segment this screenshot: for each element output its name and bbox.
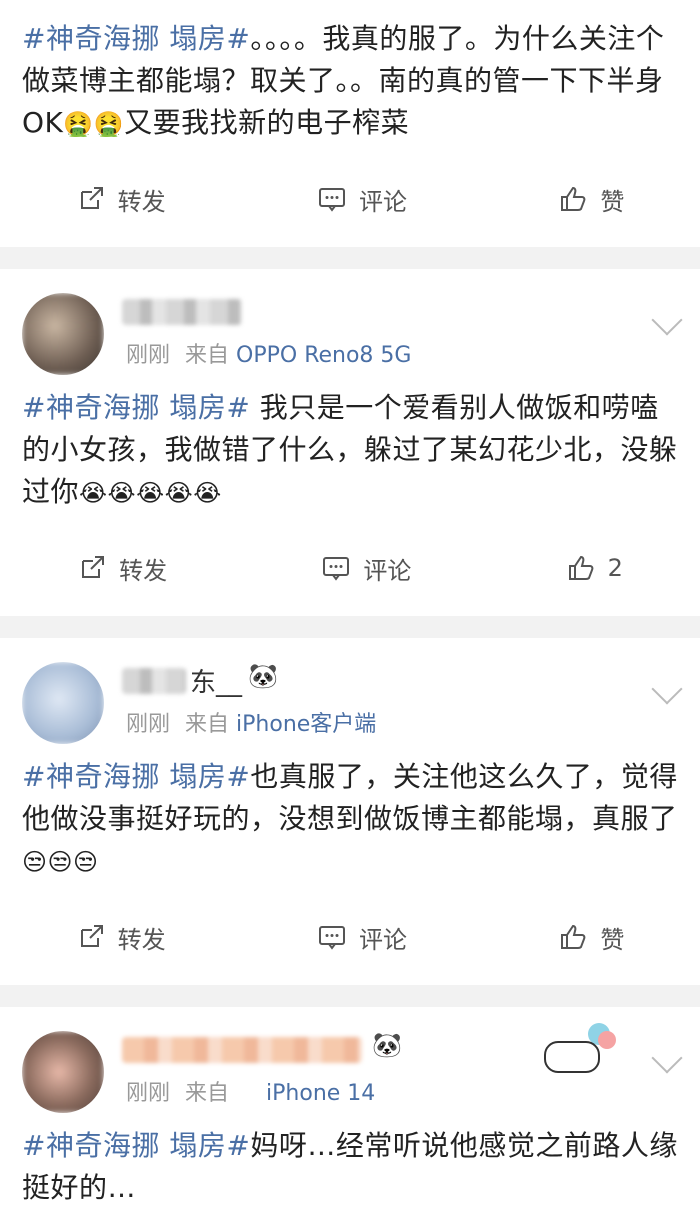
post-meta: 刚刚 来自 iPhone客户端 bbox=[126, 712, 377, 737]
post-meta: 刚刚 来自 iPhone 14 bbox=[126, 1081, 376, 1106]
repost-button[interactable]: 转发 bbox=[76, 182, 166, 217]
post-card: 🐼 刚刚 来自 iPhone 14 #神奇海挪 塌房#妈呀…经常听说他感觉之前路… bbox=[0, 1007, 700, 1227]
post-meta: 刚刚 来自 OPPO Reno8 5G bbox=[126, 343, 412, 368]
panda-icon: 🐼 bbox=[248, 662, 278, 690]
post-header: 东__ 🐼 刚刚 来自 iPhone客户端 bbox=[0, 638, 700, 748]
divider bbox=[0, 616, 700, 638]
username-blurred[interactable] bbox=[122, 299, 242, 325]
emoji: 😒😒😒 bbox=[22, 848, 99, 876]
comment-button[interactable]: 评论 bbox=[321, 551, 411, 586]
hashtag-link[interactable]: #神奇海挪 塌房# bbox=[22, 22, 250, 55]
comment-button[interactable]: 评论 bbox=[317, 920, 407, 955]
username-suffix[interactable]: 东__ bbox=[190, 662, 242, 699]
divider bbox=[0, 247, 700, 269]
repost-icon bbox=[80, 187, 103, 209]
like-button[interactable]: 赞 bbox=[558, 182, 624, 217]
comment-button[interactable]: 评论 bbox=[317, 182, 407, 217]
comment-icon bbox=[323, 557, 350, 581]
post-text: #神奇海挪 塌房#。。。。我真的服了。为什么关注个做菜博主都能塌？取关了。。南的… bbox=[22, 22, 665, 139]
repost-button[interactable]: 转发 bbox=[77, 551, 167, 586]
like-icon bbox=[561, 924, 586, 949]
like-button[interactable]: 2 bbox=[566, 553, 623, 583]
action-bar: 转发 评论 赞 bbox=[0, 883, 700, 985]
chevron-down-icon[interactable] bbox=[651, 304, 683, 336]
post-text: #神奇海挪 塌房#也真服了，关注他这么久了，觉得他做没事挺好玩的，没想到做饭博主… bbox=[22, 760, 678, 876]
post-card: 东__ 🐼 刚刚 来自 iPhone客户端 #神奇海挪 塌房#也真服了，关注他这… bbox=[0, 638, 700, 985]
post-card: #神奇海挪 塌房#。。。。我真的服了。为什么关注个做菜博主都能塌？取关了。。南的… bbox=[0, 0, 700, 247]
post-header: 🐼 刚刚 来自 iPhone 14 bbox=[0, 1007, 700, 1117]
panda-icon: 🐼 bbox=[372, 1031, 402, 1059]
avatar[interactable] bbox=[22, 293, 104, 375]
post-text: #神奇海挪 塌房# 我只是一个爱看别人做饭和唠嗑的小女孩，我做错了什么，躲过了某… bbox=[22, 391, 678, 508]
hashtag-link[interactable]: #神奇海挪 塌房# bbox=[22, 391, 250, 424]
repost-icon bbox=[82, 556, 105, 578]
divider bbox=[0, 985, 700, 1007]
like-button[interactable]: 赞 bbox=[558, 920, 624, 955]
post-card: 刚刚 来自 OPPO Reno8 5G #神奇海挪 塌房# 我只是一个爱看别人做… bbox=[0, 269, 700, 616]
comment-icon bbox=[318, 188, 345, 212]
hashtag-link[interactable]: #神奇海挪 塌房# bbox=[22, 760, 250, 793]
repost-icon bbox=[80, 925, 103, 947]
avatar[interactable] bbox=[22, 1031, 104, 1113]
chevron-down-icon[interactable] bbox=[651, 1042, 683, 1074]
hashtag-link[interactable]: #神奇海挪 塌房# bbox=[22, 1129, 250, 1162]
action-bar: 转发 评论 2 bbox=[0, 514, 700, 616]
emoji: 😭😭😭😭😭 bbox=[79, 479, 222, 507]
post-header: 刚刚 来自 OPPO Reno8 5G bbox=[0, 269, 700, 379]
post-text: #神奇海挪 塌房#妈呀…经常听说他感觉之前路人缘挺好的… bbox=[22, 1129, 678, 1204]
chevron-down-icon[interactable] bbox=[651, 673, 683, 705]
badge-sticker bbox=[540, 1021, 620, 1073]
repost-button[interactable]: 转发 bbox=[76, 920, 166, 955]
emoji: 🤮🤮 bbox=[63, 110, 125, 138]
username-blurred[interactable] bbox=[122, 1037, 362, 1063]
action-bar: 转发 评论 赞 bbox=[0, 145, 700, 247]
avatar[interactable] bbox=[22, 662, 104, 744]
like-icon bbox=[561, 186, 586, 211]
like-icon bbox=[568, 555, 593, 580]
username-blurred[interactable] bbox=[122, 668, 186, 694]
comment-icon bbox=[318, 926, 345, 950]
